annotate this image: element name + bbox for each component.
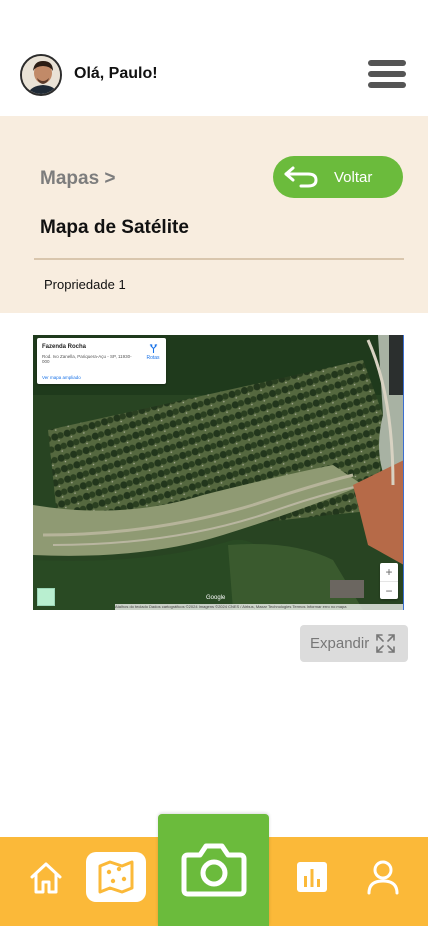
divider: [34, 258, 404, 260]
chart-icon: [297, 862, 327, 892]
zoom-out-button[interactable]: −: [380, 581, 398, 599]
satellite-map[interactable]: Fazenda Rocha Rod. Ivo Zanella, Pariquer…: [33, 335, 404, 610]
expand-arrows-icon: [376, 634, 395, 653]
greeting-text: Olá, Paulo!: [74, 65, 158, 82]
nav-stats[interactable]: [294, 859, 330, 895]
place-address: Rod. Ivo Zanella, Pariquera-Açu - SP, 11…: [42, 354, 132, 364]
breadcrumb[interactable]: Mapas >: [40, 168, 116, 190]
user-avatar[interactable]: [20, 54, 62, 96]
avatar-photo: [22, 56, 60, 94]
map-info-card: Fazenda Rocha Rod. Ivo Zanella, Pariquer…: [37, 338, 166, 384]
map-icon: [98, 860, 134, 894]
directions-icon: [149, 344, 157, 353]
directions-label: Rotas: [146, 355, 160, 361]
bottom-navigation: [0, 814, 428, 926]
nav-camera[interactable]: [158, 814, 269, 926]
view-larger-map-link[interactable]: Ver mapa ampliado: [42, 375, 81, 380]
page-title: Mapa de Satélite: [40, 217, 189, 238]
map-layer-toggle[interactable]: [37, 588, 55, 606]
zoom-in-button[interactable]: +: [380, 563, 398, 581]
user-icon: [367, 860, 399, 895]
expand-button[interactable]: Expandir: [300, 625, 408, 662]
nav-map[interactable]: [86, 852, 146, 902]
return-arrow-icon: [284, 166, 318, 188]
nav-profile[interactable]: [363, 857, 403, 897]
nav-home[interactable]: [27, 859, 65, 897]
hamburger-menu-icon[interactable]: [368, 60, 406, 90]
google-logo: Google: [206, 595, 226, 601]
page-section: Mapas > Voltar Mapa de Satélite Propried…: [0, 116, 428, 313]
directions-button[interactable]: Rotas: [143, 344, 163, 361]
app-header: Olá, Paulo!: [0, 0, 428, 116]
expand-button-label: Expandir: [310, 635, 370, 652]
home-icon: [30, 862, 62, 894]
camera-icon: [181, 843, 247, 897]
back-button-label: Voltar: [334, 169, 373, 186]
map-attribution: Atalhos do teclado Dados cartográficos ©…: [115, 604, 403, 610]
back-button[interactable]: Voltar: [273, 156, 403, 198]
zoom-controls: + −: [380, 563, 398, 599]
property-label[interactable]: Propriedade 1: [44, 277, 126, 292]
place-name: Fazenda Rocha: [42, 344, 87, 350]
